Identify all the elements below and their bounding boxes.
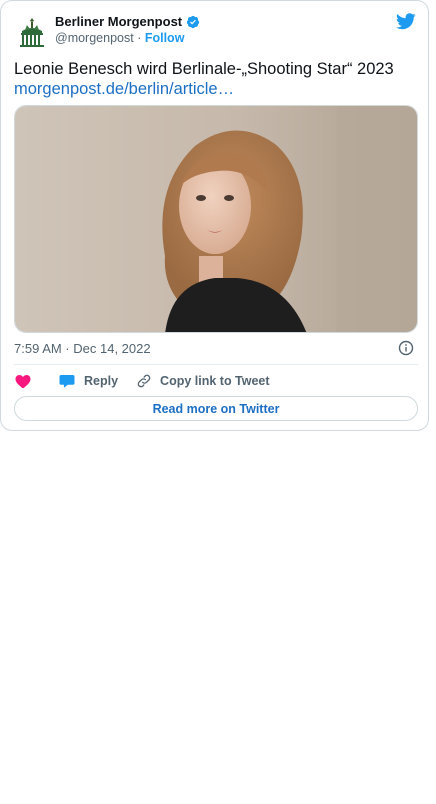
tweet-timestamp[interactable]: 7:59 AM · Dec 14, 2022 <box>14 341 151 356</box>
twitter-bird-icon[interactable] <box>396 13 416 30</box>
portrait-photo <box>15 106 417 332</box>
handle-separator: · <box>137 31 142 45</box>
divider <box>14 364 418 365</box>
read-more-button[interactable]: Read more on Twitter <box>14 396 418 421</box>
copy-link-button[interactable]: Copy link to Tweet <box>136 373 270 389</box>
verified-badge-icon <box>186 15 200 29</box>
article-link[interactable]: morgenpost.de/berlin/article… <box>14 79 234 99</box>
handle-row: @morgenpost · Follow <box>55 31 184 45</box>
tweet-photo[interactable] <box>14 105 418 333</box>
copy-link-label: Copy link to Tweet <box>160 374 270 388</box>
tweet-card: Berliner Morgenpost @morgenpost · Follow… <box>0 0 429 431</box>
like-button[interactable] <box>14 372 40 390</box>
author-row: Berliner Morgenpost <box>55 14 200 29</box>
tweet-actions: Reply Copy link to Tweet <box>14 371 288 391</box>
reply-button[interactable]: Reply <box>58 372 118 390</box>
tweet-text: Leonie Benesch wird Berlinale-„Shooting … <box>14 60 394 78</box>
author-name[interactable]: Berliner Morgenpost <box>55 14 182 29</box>
info-icon[interactable] <box>398 340 414 356</box>
link-icon <box>137 374 151 388</box>
avatar[interactable] <box>15 15 49 49</box>
berliner-morgenpost-logo-icon <box>15 15 49 49</box>
reply-bubble-icon <box>59 375 75 388</box>
author-handle[interactable]: @morgenpost <box>55 31 134 45</box>
follow-button[interactable]: Follow <box>145 31 185 45</box>
reply-label: Reply <box>84 374 119 388</box>
heart-icon <box>15 375 31 389</box>
